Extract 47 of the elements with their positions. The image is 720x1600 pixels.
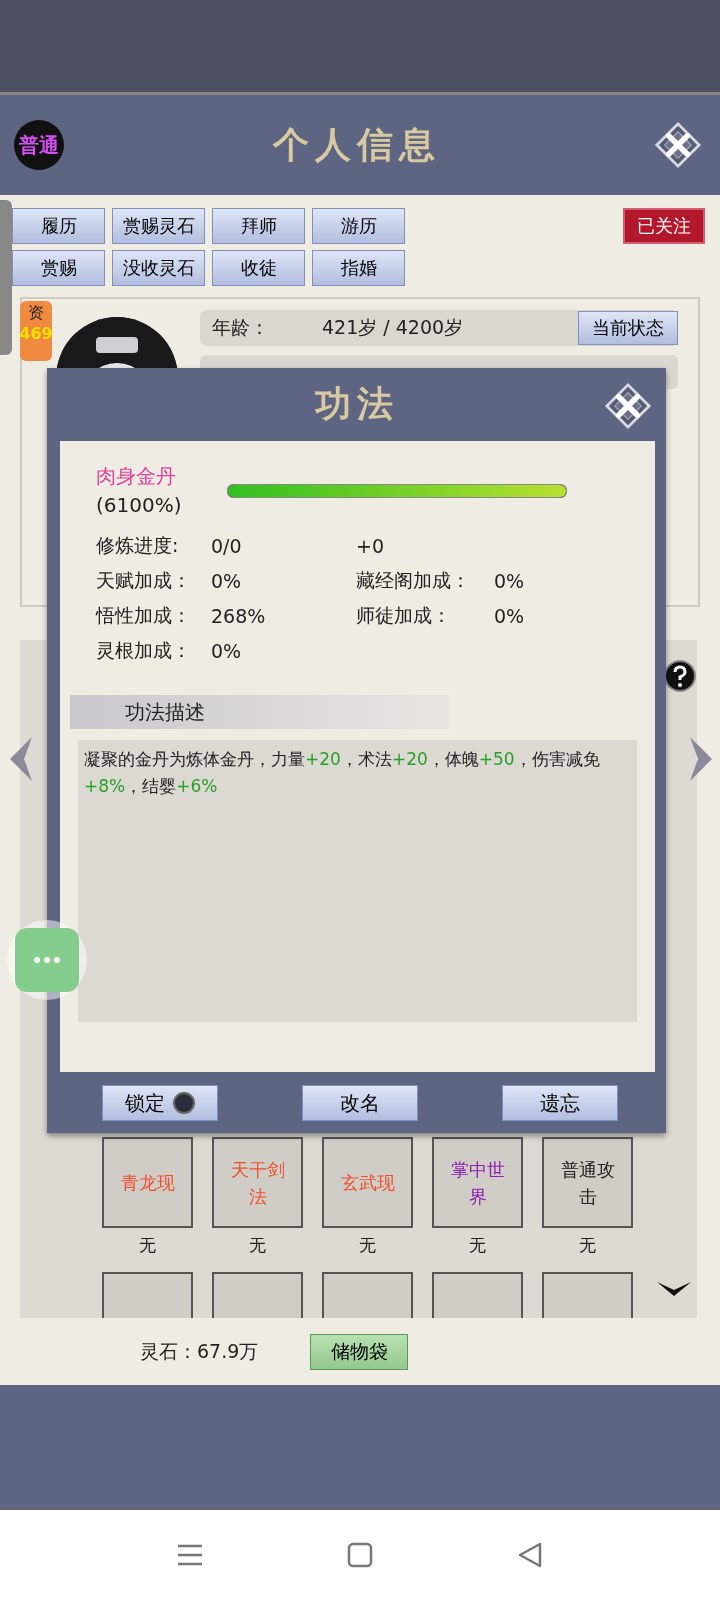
stat-value: 268% xyxy=(211,604,266,627)
stat-value: 0% xyxy=(494,569,525,592)
action-button[interactable]: 收徒 xyxy=(212,250,305,286)
dialog-button[interactable]: 遗忘 xyxy=(502,1085,618,1121)
home-icon[interactable] xyxy=(345,1540,375,1570)
stat-label: 修炼进度: xyxy=(96,532,180,558)
stat-value: 0% xyxy=(494,604,525,627)
stat-label: 天赋加成： xyxy=(96,567,192,593)
slot-label: 无 xyxy=(359,1234,376,1257)
rank-badge: 普通 xyxy=(14,120,64,170)
skill-slot[interactable]: 掌中世界 xyxy=(432,1137,523,1228)
slot-label: 无 xyxy=(139,1234,156,1257)
stat-value: 0% xyxy=(211,639,242,662)
description-text: 凝聚的金丹为炼体金丹，力量+20，术法+20，体魄+50，伤害减免 +8%，结婴+6% xyxy=(84,749,600,796)
lock-toggle[interactable]: 锁定 xyxy=(102,1085,218,1121)
slot-label: 无 xyxy=(469,1234,486,1257)
stat-label: 师徒加成： xyxy=(356,602,452,628)
stat-value: 0/0 xyxy=(211,534,242,557)
stat-value: 0% xyxy=(211,569,242,592)
action-button[interactable]: 赏赐灵石 xyxy=(112,208,205,244)
action-button[interactable]: 赏赐 xyxy=(12,250,105,286)
action-button[interactable]: 履历 xyxy=(12,208,105,244)
action-button[interactable]: 游历 xyxy=(312,208,405,244)
stat-value: +0 xyxy=(356,534,384,557)
age-value: 421岁 / 4200岁 xyxy=(322,315,465,340)
dialog-button[interactable]: 改名 xyxy=(302,1085,418,1121)
technique-percent: (6100%) xyxy=(96,493,182,517)
stat-label: 灵根加成： xyxy=(96,637,192,663)
action-button[interactable]: 指婚 xyxy=(312,250,405,286)
stat-label: 藏经阁加成： xyxy=(356,567,471,593)
side-handle[interactable] xyxy=(0,200,12,355)
technique-name: 肉身金丹 xyxy=(96,463,176,490)
action-button[interactable]: 拜师 xyxy=(212,208,305,244)
aptitude-tag: 资 469 xyxy=(20,301,52,361)
slot-label: 无 xyxy=(579,1234,596,1257)
status-button[interactable]: 当前状态 xyxy=(578,311,678,345)
window-title: 个人信息 xyxy=(273,121,441,167)
stat-label: 悟性加成： xyxy=(96,602,192,628)
age-label: 年龄： xyxy=(211,315,270,340)
slot-label: 无 xyxy=(249,1234,266,1257)
action-button[interactable]: 没收灵石 xyxy=(112,250,205,286)
section-title: 功法描述 xyxy=(125,698,205,726)
skill-slot[interactable]: 普通攻击 xyxy=(542,1137,633,1228)
storage-bag-button[interactable]: 储物袋 xyxy=(310,1333,408,1370)
spirit-stones-count: 灵石：67.9万 xyxy=(140,1338,260,1364)
followed-stamp: 已关注 xyxy=(623,208,705,244)
dialog-title: 功法 xyxy=(314,381,399,426)
